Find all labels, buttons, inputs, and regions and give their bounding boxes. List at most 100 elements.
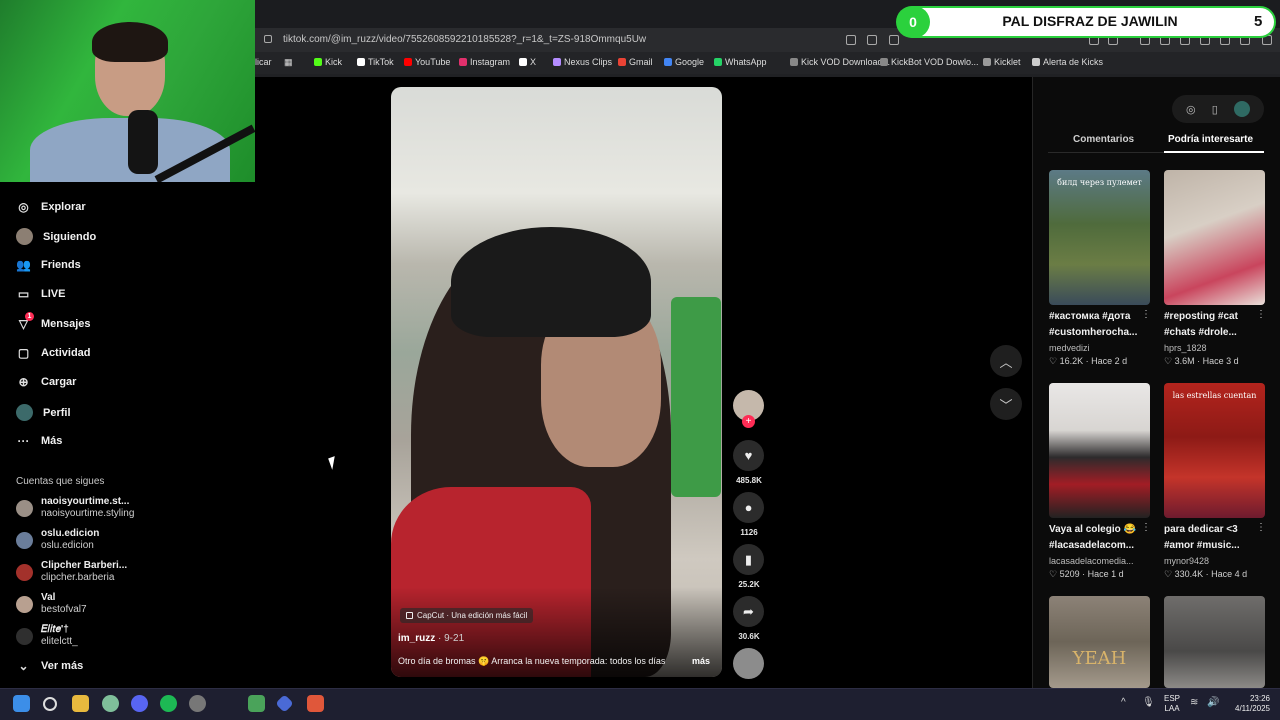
card-title-line2[interactable]: #lacasadelacom... bbox=[1049, 538, 1145, 553]
video-thumbnail[interactable]: билд через пулемет bbox=[1049, 170, 1150, 305]
obs-icon[interactable] bbox=[189, 695, 206, 712]
microphone-icon[interactable]: 🎙 bbox=[1142, 697, 1155, 708]
shield-off-icon[interactable] bbox=[846, 35, 856, 45]
site-info-icon[interactable] bbox=[264, 35, 272, 43]
sidebar-item-live[interactable]: ▭ LIVE bbox=[16, 286, 66, 301]
tab-podria-interesarte[interactable]: Podría interesarte bbox=[1168, 134, 1253, 145]
video-thumbnail[interactable] bbox=[1049, 383, 1150, 518]
card-menu-icon[interactable]: ⋮ bbox=[1256, 522, 1266, 533]
video-thumbnail[interactable]: YEAH bbox=[1049, 596, 1150, 688]
sidebar-item-perfil[interactable]: Perfil bbox=[16, 404, 71, 421]
device-icon[interactable]: ▯ bbox=[1212, 103, 1218, 116]
tray-chevron-icon[interactable]: ^ bbox=[1121, 697, 1126, 708]
card-title-line1[interactable]: #reposting #cat bbox=[1164, 309, 1260, 324]
sidebar-item-explorar[interactable]: ◎ Explorar bbox=[16, 199, 85, 214]
card-title-line2[interactable]: #amor #music... bbox=[1164, 538, 1260, 553]
bookmark-item[interactable]: Alerta de Kicks bbox=[1032, 57, 1103, 67]
tab-comentarios[interactable]: Comentarios bbox=[1073, 134, 1134, 145]
bookmark-item[interactable]: Gmail bbox=[618, 57, 653, 67]
video-thumbnail[interactable] bbox=[1164, 596, 1265, 688]
card-menu-icon[interactable]: ⋮ bbox=[1256, 309, 1266, 320]
followed-account[interactable]: Clipcher Barberi... clipcher.barberia bbox=[16, 560, 127, 584]
description-more-button[interactable]: más bbox=[692, 656, 710, 666]
card-meta: ♡ 330.4K · Hace 4 d bbox=[1164, 569, 1247, 580]
next-creator-avatar[interactable] bbox=[733, 648, 764, 679]
sidebar-item-cargar[interactable]: ⊕ Cargar bbox=[16, 374, 76, 389]
card-username[interactable]: hprs_1828 bbox=[1164, 343, 1207, 353]
previous-video-button[interactable]: ︿ bbox=[990, 345, 1022, 377]
sidebar-item-ms[interactable]: ··· Más bbox=[16, 433, 63, 448]
comment-icon: ● bbox=[744, 500, 753, 515]
video-thumbnail[interactable]: las estrellas cuentan bbox=[1164, 383, 1265, 518]
clock[interactable]: 23:26 4/11/2025 bbox=[1226, 694, 1270, 714]
capcut-badge[interactable]: CapCut · Una edición más fácil bbox=[400, 608, 534, 623]
card-title-line1[interactable]: Vaya al colegio 😂 bbox=[1049, 522, 1145, 537]
card-username[interactable]: lacasadelacomedia... bbox=[1049, 556, 1134, 566]
bookmark-partial[interactable]: licar bbox=[255, 57, 272, 67]
see-more-button[interactable]: ⌄ Ver más bbox=[16, 658, 83, 673]
translate-icon[interactable] bbox=[889, 35, 899, 45]
save-count: 25.2K bbox=[738, 580, 760, 589]
spotify-icon[interactable] bbox=[160, 695, 177, 712]
separator: · bbox=[1083, 356, 1092, 366]
comment-button[interactable]: ● bbox=[733, 492, 764, 523]
card-title-line2[interactable]: #chats #drole... bbox=[1164, 325, 1260, 340]
bookmark-item[interactable]: KickBot VOD Dowlo... bbox=[880, 57, 979, 67]
card-title-line2[interactable]: #customherocha... bbox=[1049, 325, 1145, 340]
bookmark-item[interactable]: Nexus Clips bbox=[553, 57, 612, 67]
search-icon[interactable] bbox=[43, 697, 57, 711]
video-author[interactable]: im_ruzz · 9-21 bbox=[398, 633, 464, 644]
language-indicator[interactable]: ESP LAA bbox=[1164, 694, 1180, 714]
bookmark-item[interactable]: Instagram bbox=[459, 57, 510, 67]
discord-icon[interactable] bbox=[131, 695, 148, 712]
sidebar-item-siguiendo[interactable]: Siguiendo bbox=[16, 228, 96, 245]
sidebar-item-label: LIVE bbox=[41, 287, 66, 300]
file-explorer-icon[interactable] bbox=[72, 695, 89, 712]
share-button[interactable]: ➦ bbox=[733, 596, 764, 627]
sidebar-item-actividad[interactable]: ▢ Actividad bbox=[16, 345, 91, 360]
followed-account[interactable]: oslu.edicion oslu.edicion bbox=[16, 528, 99, 552]
bookmark-item[interactable]: Google bbox=[664, 57, 704, 67]
bookmark-item[interactable]: X bbox=[519, 57, 536, 67]
card-menu-icon[interactable]: ⋮ bbox=[1141, 309, 1151, 320]
bookmark-item[interactable]: WhatsApp bbox=[714, 57, 767, 67]
compass-icon: ◎ bbox=[18, 199, 29, 214]
bookmark-item[interactable]: Kick VOD Download... bbox=[790, 57, 890, 67]
compass-icon[interactable]: ◎ bbox=[1186, 103, 1196, 116]
next-video-button[interactable]: ﹀ bbox=[990, 388, 1022, 420]
bookmark-item[interactable]: Kicklet bbox=[983, 57, 1021, 67]
card-menu-icon[interactable]: ⋮ bbox=[1141, 522, 1151, 533]
sidebar-item-friends[interactable]: 👥 Friends bbox=[16, 257, 81, 272]
cast-icon[interactable] bbox=[867, 35, 877, 45]
bookmark-item[interactable]: Kick bbox=[314, 57, 342, 67]
save-button[interactable]: ▮ bbox=[733, 544, 764, 575]
browser-icon[interactable] bbox=[102, 695, 119, 712]
card-title-line1[interactable]: para dedicar <3 bbox=[1164, 522, 1260, 537]
avatar bbox=[16, 563, 33, 581]
windows-start-icon[interactable] bbox=[13, 695, 30, 712]
url-text[interactable]: tiktok.com/@im_ruzz/video/75526085922101… bbox=[283, 34, 646, 45]
bookmark-favicon-icon bbox=[404, 58, 412, 66]
volume-icon[interactable]: 🔊 bbox=[1207, 697, 1219, 708]
video-thumbnail[interactable] bbox=[1164, 170, 1265, 305]
followed-account[interactable]: naoisyourtime.st... naoisyourtime.styling bbox=[16, 496, 134, 520]
user-avatar-icon[interactable] bbox=[1233, 101, 1250, 117]
card-username[interactable]: mynor9428 bbox=[1164, 556, 1209, 566]
bookmark-item[interactable]: YouTube bbox=[404, 57, 450, 67]
wifi-icon[interactable]: ≋ bbox=[1190, 697, 1198, 708]
followed-account[interactable]: 𝐸𝑙𝑖𝑡𝑒'† elitelctt_ bbox=[16, 624, 78, 648]
bookmark-favicon-icon bbox=[714, 58, 722, 66]
thumbnail-overlay-text: билд через пулемет bbox=[1057, 178, 1142, 187]
card-title-line1[interactable]: #кастомка #дота bbox=[1049, 309, 1145, 324]
apps-grid-icon[interactable]: ▦ bbox=[284, 57, 293, 68]
bookmark-item[interactable]: TikTok bbox=[357, 57, 394, 67]
sidebar-item-mensajes[interactable]: ▽ 1 Mensajes bbox=[16, 312, 91, 331]
video-player[interactable] bbox=[391, 87, 722, 677]
app-icon[interactable] bbox=[248, 695, 265, 712]
brave-icon[interactable] bbox=[307, 695, 324, 712]
followed-account[interactable]: Val bestofval7 bbox=[16, 592, 87, 616]
author-name[interactable]: im_ruzz bbox=[398, 633, 435, 644]
like-button[interactable]: ♥ bbox=[733, 440, 764, 471]
card-username[interactable]: medvedizi bbox=[1049, 343, 1090, 353]
follow-plus-icon[interactable]: + bbox=[742, 415, 755, 428]
